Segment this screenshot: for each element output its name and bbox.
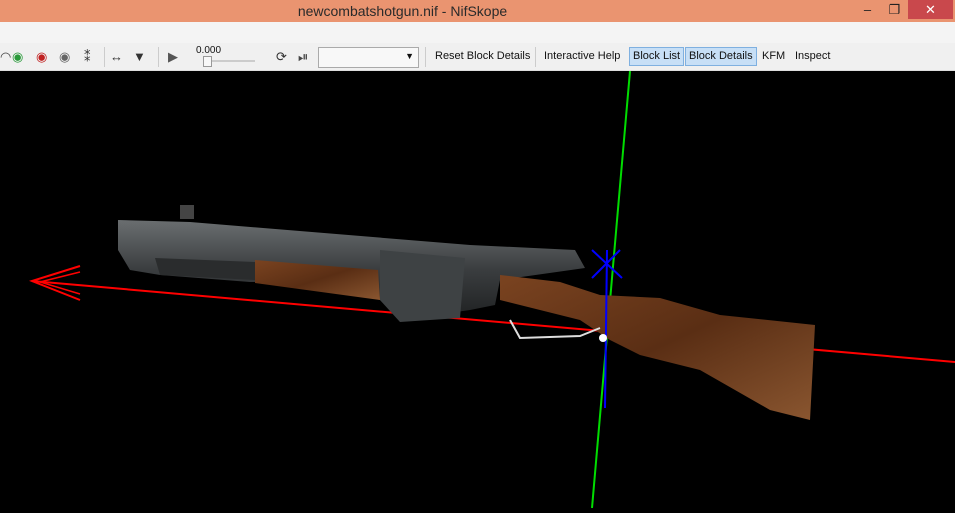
- y-axis: [591, 70, 631, 509]
- move-icon[interactable]: ↔: [110, 49, 123, 64]
- kfm-button[interactable]: KFM: [759, 48, 788, 65]
- step-icon[interactable]: ⏯: [298, 49, 308, 65]
- cone-icon[interactable]: ▼: [133, 49, 146, 64]
- close-button[interactable]: ✕: [908, 0, 953, 19]
- toolbar: ◠ ◉ ◉ ◉ ⁑ ↔ ▼ ▶ 0.000 ⟳ ⏯ ▼ Reset Block …: [0, 43, 955, 71]
- eye-grey-icon[interactable]: ◉: [59, 49, 70, 65]
- eye-red-icon[interactable]: ◉: [36, 49, 47, 65]
- 3d-viewport[interactable]: [0, 70, 955, 509]
- animation-select[interactable]: ▼: [318, 47, 419, 68]
- loop-icon[interactable]: ⟳: [276, 49, 287, 65]
- scene: [29, 70, 955, 509]
- view-icon[interactable]: ◠: [0, 49, 11, 65]
- time-slider[interactable]: [203, 56, 255, 67]
- play-icon[interactable]: ▶: [168, 49, 178, 65]
- menu-bar: [0, 22, 955, 43]
- title-bar: newcombatshotgun.nif - NifSkope – ❐ ✕: [0, 0, 955, 22]
- shotgun-model: [118, 205, 815, 420]
- block-list-button[interactable]: Block List: [629, 47, 685, 66]
- eye-green-icon[interactable]: ◉: [12, 49, 23, 65]
- block-details-button[interactable]: Block Details: [685, 47, 757, 66]
- inspect-button[interactable]: Inspect: [792, 48, 833, 65]
- chevron-down-icon: ▼: [405, 51, 414, 61]
- footprints-icon[interactable]: ⁑: [84, 49, 91, 65]
- interactive-help-button[interactable]: Interactive Help: [541, 48, 623, 65]
- reset-block-details-button[interactable]: Reset Block Details: [432, 48, 533, 65]
- z-axis: [604, 249, 608, 409]
- time-value: 0.000: [196, 45, 222, 56]
- window-title: newcombatshotgun.nif - NifSkope: [297, 3, 508, 19]
- slider-handle[interactable]: [203, 56, 212, 67]
